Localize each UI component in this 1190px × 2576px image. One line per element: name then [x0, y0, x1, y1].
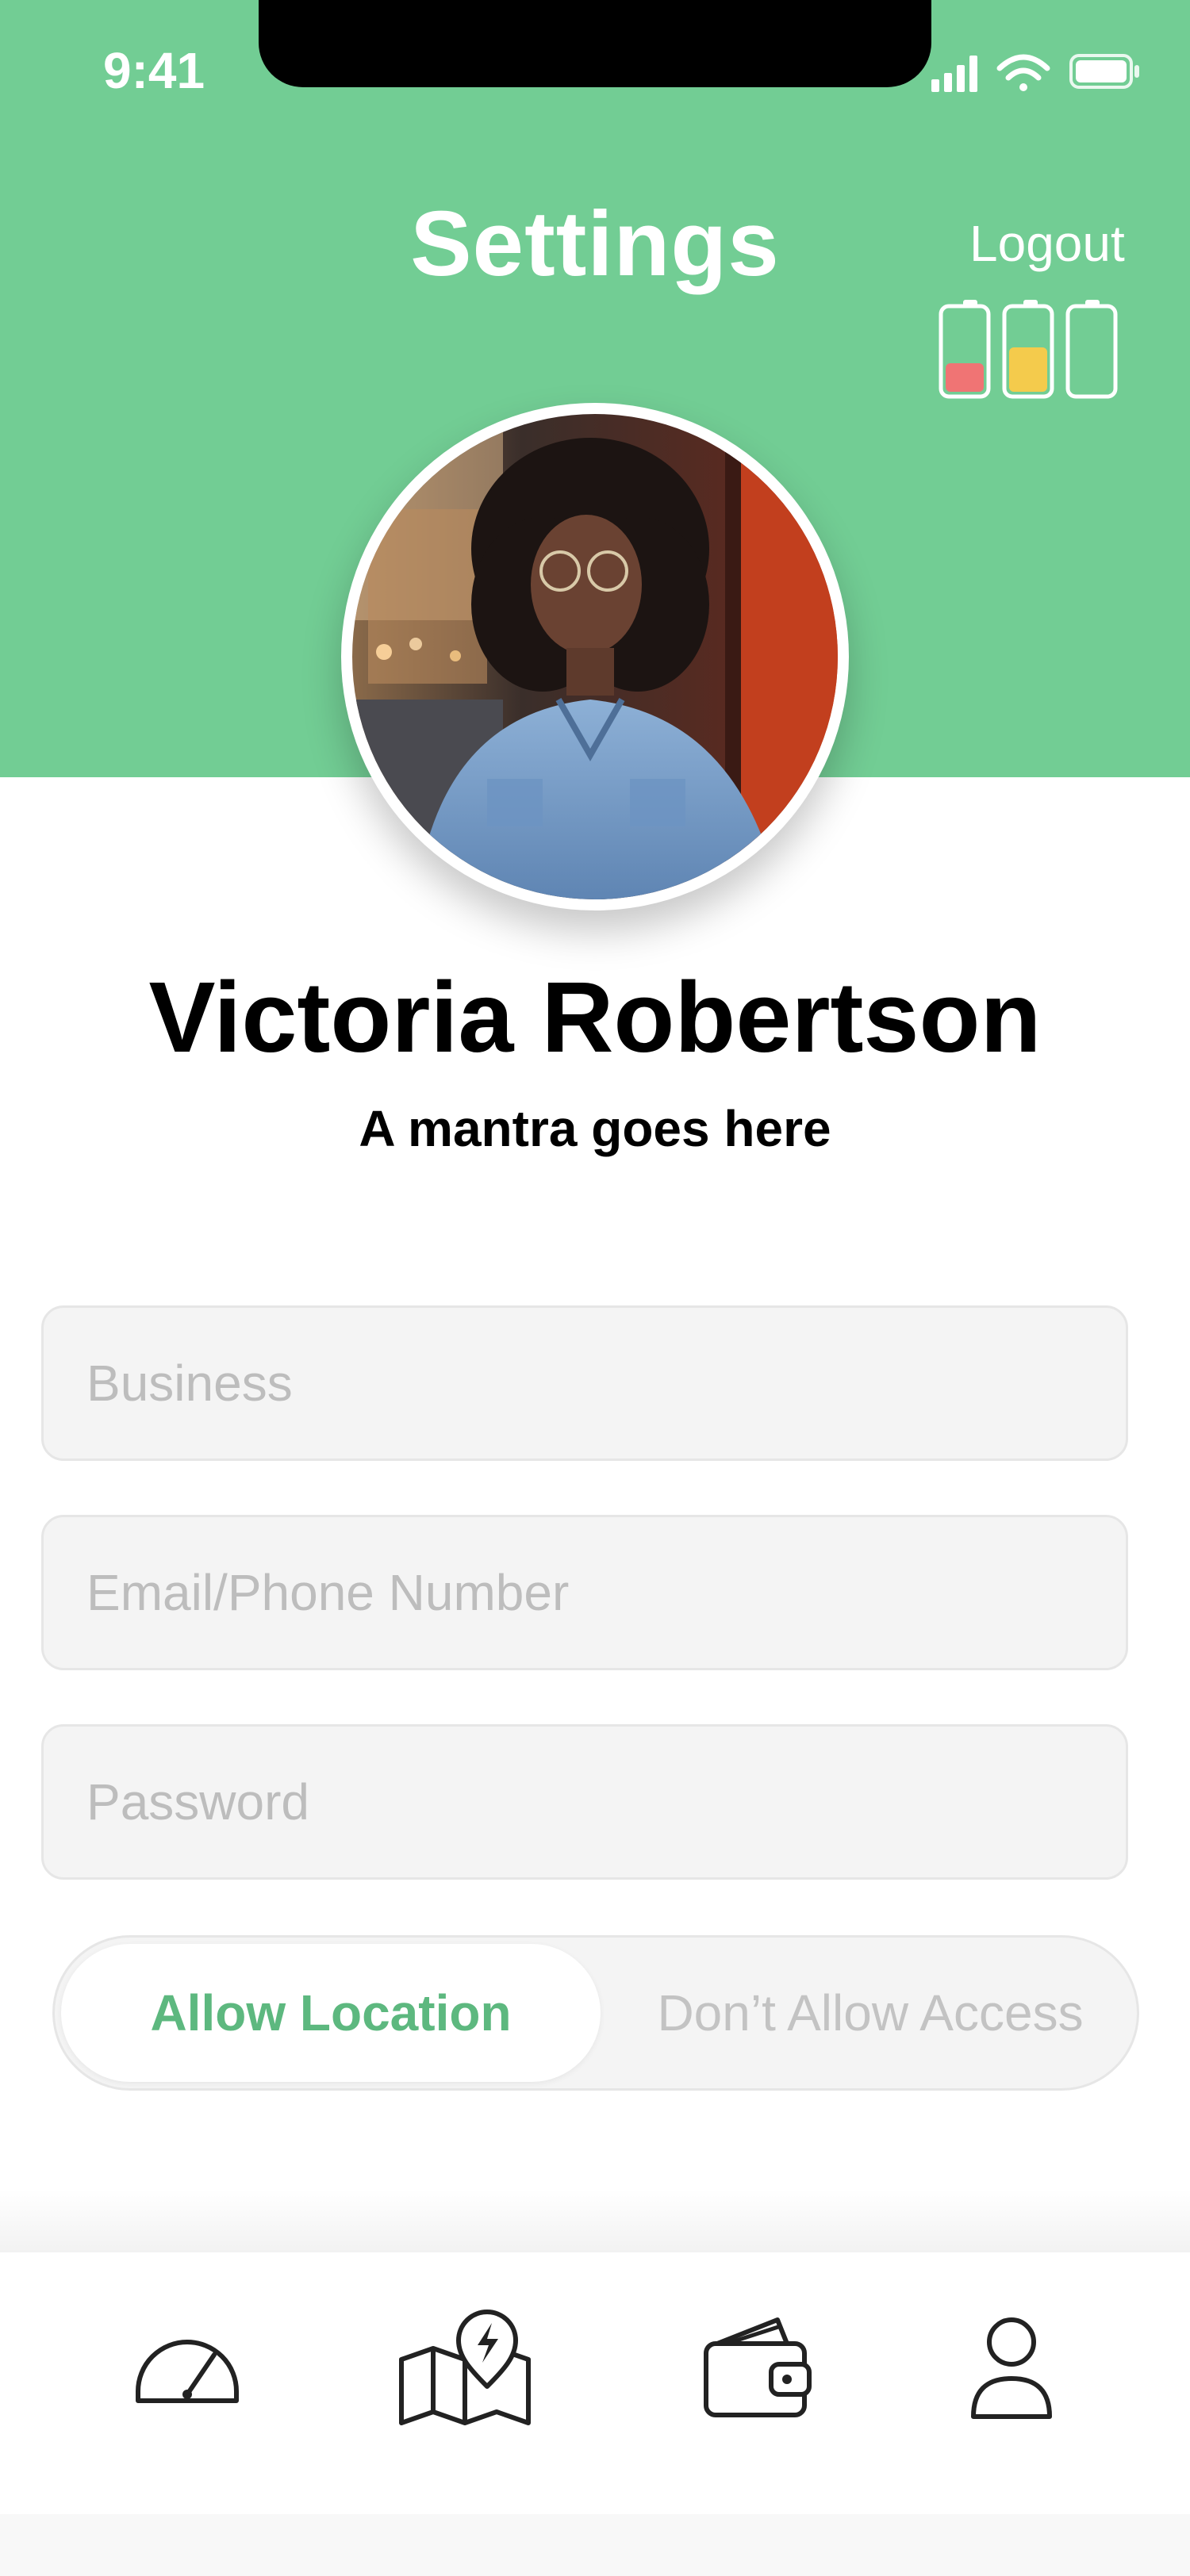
business-field[interactable]	[41, 1305, 1128, 1461]
password-field[interactable]	[41, 1724, 1128, 1880]
password-input[interactable]	[44, 1727, 1126, 1877]
tab-dashboard[interactable]	[108, 2292, 267, 2443]
wallet-icon	[704, 2317, 812, 2417]
contact-field[interactable]	[41, 1515, 1128, 1670]
battery-levels	[939, 300, 1118, 399]
location-toggle: Allow Location Don’t Allow Access	[52, 1935, 1139, 2091]
status-icons	[931, 54, 1139, 92]
logout-button[interactable]: Logout	[969, 214, 1125, 273]
tab-bar-shadow	[0, 2189, 1190, 2252]
email-phone-input[interactable]	[44, 1517, 1126, 1668]
allow-location-option[interactable]: Allow Location	[61, 1944, 601, 2082]
tab-profile[interactable]	[932, 2292, 1091, 2443]
business-input[interactable]	[44, 1308, 1126, 1459]
map-lightning-icon	[399, 2310, 531, 2425]
battery-medium-fill	[1009, 347, 1047, 392]
status-time: 9:41	[103, 42, 205, 99]
battery-medium-icon	[1002, 300, 1054, 399]
signal-icon	[931, 56, 977, 92]
profile-mantra: A mantra goes here	[359, 1100, 831, 1157]
profile-name: Victoria Robertson	[148, 961, 1042, 1073]
tab-map[interactable]	[386, 2292, 544, 2443]
avatar-frame[interactable]	[341, 403, 849, 910]
profile-photo	[352, 414, 838, 899]
notch	[259, 0, 931, 87]
wifi-icon	[996, 54, 1050, 91]
user-icon	[971, 2317, 1052, 2419]
battery-empty-icon	[1065, 300, 1118, 399]
bottom-strip	[0, 2514, 1190, 2576]
speedometer-icon	[136, 2340, 239, 2403]
battery-low-icon	[939, 300, 991, 399]
avatar[interactable]	[352, 414, 838, 899]
tab-wallet[interactable]	[678, 2292, 837, 2443]
status-battery-icon	[1069, 54, 1139, 89]
battery-low-fill	[946, 363, 984, 392]
dont-allow-access-option[interactable]: Don’t Allow Access	[605, 1944, 1135, 2082]
